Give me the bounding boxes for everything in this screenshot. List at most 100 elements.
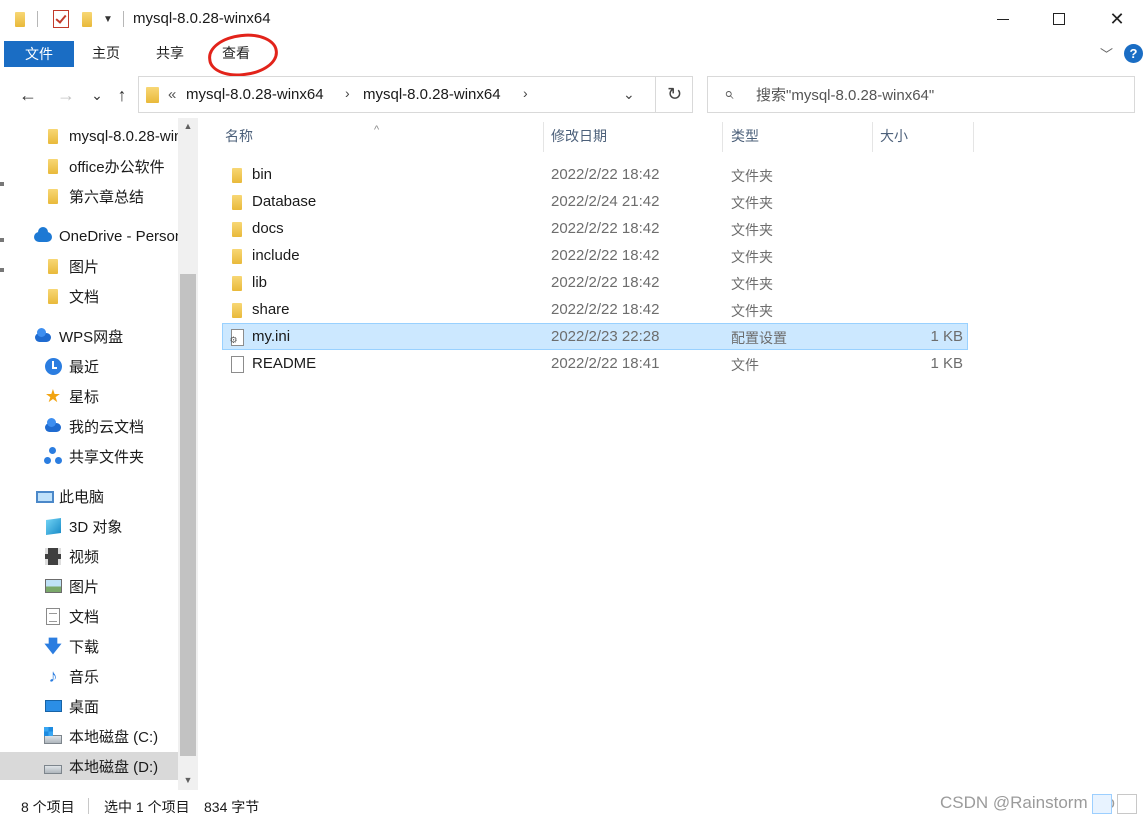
scroll-up-icon[interactable]: ▲ xyxy=(178,118,198,134)
minimize-button[interactable] xyxy=(975,0,1031,38)
sidebar-item-starred[interactable]: ★ 星标 xyxy=(0,382,178,410)
file-type: 文件夹 xyxy=(731,222,773,238)
file-row-docs[interactable]: docs 2022/2/22 18:42 文件夹 xyxy=(222,215,968,242)
file-row-database[interactable]: Database 2022/2/24 21:42 文件夹 xyxy=(222,188,968,215)
sidebar-item-label: 音乐 xyxy=(69,668,100,686)
address-bar[interactable]: « mysql-8.0.28-winx64 › mysql-8.0.28-win… xyxy=(138,76,693,113)
sidebar-item-drive-c[interactable]: 本地磁盘 (C:) xyxy=(0,722,178,750)
sidebar-item-cloud-docs[interactable]: 我的云文档 xyxy=(0,412,178,440)
up-button[interactable]: ↑ xyxy=(110,82,134,108)
sidebar-item-mysql[interactable]: mysql-8.0.28-winx64 xyxy=(0,122,178,150)
new-folder-icon[interactable] xyxy=(79,9,95,29)
folder-icon xyxy=(229,274,245,292)
sidebar-item-label: 图片 xyxy=(69,258,100,276)
column-divider[interactable] xyxy=(872,122,873,152)
folder-icon xyxy=(12,9,28,29)
file-row-bin[interactable]: bin 2022/2/22 18:42 文件夹 xyxy=(222,161,968,188)
details-view-button[interactable] xyxy=(1092,794,1112,814)
ribbon-collapse-icon[interactable]: ﹀ xyxy=(1100,44,1113,63)
file-type: 文件 xyxy=(731,357,759,373)
sidebar-item-chapter6[interactable]: 第六章总结 xyxy=(0,182,178,210)
maximize-icon xyxy=(1053,13,1065,25)
onedrive-icon xyxy=(34,227,52,246)
back-button[interactable]: ← xyxy=(16,82,40,108)
maximize-button[interactable] xyxy=(1031,0,1087,38)
sidebar-item-label: 第六章总结 xyxy=(69,188,145,206)
sidebar-item-onedrive-pictures[interactable]: 图片 xyxy=(0,252,178,280)
recent-locations-button[interactable]: ⌄ xyxy=(85,82,109,108)
file-row-my-ini[interactable]: my.ini 2022/2/23 22:28 配置设置 1 KB xyxy=(222,323,968,350)
close-button[interactable]: ✕ xyxy=(1089,0,1145,38)
column-header-date[interactable]: 修改日期 xyxy=(551,118,607,154)
status-separator xyxy=(88,798,89,814)
sidebar-item-desktop[interactable]: 桌面 xyxy=(0,692,178,720)
properties-icon[interactable] xyxy=(51,9,71,29)
column-divider[interactable] xyxy=(973,122,974,152)
scroll-down-icon[interactable]: ▼ xyxy=(178,772,198,788)
sort-ascending-icon: ^ xyxy=(374,124,380,136)
drive-icon xyxy=(44,760,62,778)
sidebar-item-onedrive-documents[interactable]: 文档 xyxy=(0,282,178,310)
breadcrumb-item[interactable]: mysql-8.0.28-winx64 xyxy=(363,86,501,103)
sidebar-item-videos[interactable]: 视频 xyxy=(0,542,178,570)
folder-icon xyxy=(229,193,245,211)
sidebar-item-shared[interactable]: 共享文件夹 xyxy=(0,442,178,470)
breadcrumb-overflow[interactable]: « xyxy=(168,86,176,103)
sidebar-item-documents[interactable]: 文档 xyxy=(0,602,178,630)
column-divider[interactable] xyxy=(722,122,723,152)
sidebar-item-wps[interactable]: WPS网盘 xyxy=(0,322,178,350)
sidebar-item-label: 图片 xyxy=(69,578,100,596)
close-icon: ✕ xyxy=(1109,8,1125,29)
customize-toolbar-icon[interactable]: ▼ xyxy=(101,9,115,29)
sidebar-item-label: office办公软件 xyxy=(69,158,165,176)
tab-file[interactable]: 文件 xyxy=(4,41,74,67)
breadcrumb-separator[interactable]: › xyxy=(345,85,350,101)
breadcrumb-item[interactable]: mysql-8.0.28-winx64 xyxy=(186,86,324,103)
search-box[interactable]: ⌕ xyxy=(707,76,1135,113)
file-row-share[interactable]: share 2022/2/22 18:42 文件夹 xyxy=(222,296,968,323)
file-type: 文件夹 xyxy=(731,168,773,184)
file-row-lib[interactable]: lib 2022/2/22 18:42 文件夹 xyxy=(222,269,968,296)
file-date: 2022/2/23 22:28 xyxy=(551,328,660,345)
column-divider[interactable] xyxy=(543,122,544,152)
sidebar-item-onedrive[interactable]: OneDrive - Personal xyxy=(0,222,178,250)
address-dropdown-icon[interactable]: ⌄ xyxy=(623,86,635,103)
sidebar-item-pictures[interactable]: 图片 xyxy=(0,572,178,600)
file-row-include[interactable]: include 2022/2/22 18:42 文件夹 xyxy=(222,242,968,269)
file-date: 2022/2/22 18:42 xyxy=(551,274,660,291)
refresh-button[interactable]: ↻ xyxy=(655,77,693,112)
sidebar-item-recent[interactable]: 最近 xyxy=(0,352,178,380)
clock-icon xyxy=(44,357,62,375)
large-icons-view-button[interactable] xyxy=(1117,794,1137,814)
column-header-size[interactable]: 大小 xyxy=(880,118,908,154)
window-title: mysql-8.0.28-winx64 xyxy=(133,10,271,27)
sidebar-item-drive-d[interactable]: 本地磁盘 (D:) xyxy=(0,752,178,780)
scroll-thumb[interactable] xyxy=(180,274,196,756)
file-row-readme[interactable]: README 2022/2/22 18:41 文件 1 KB xyxy=(222,350,968,377)
tab-home[interactable]: 主页 xyxy=(82,40,130,66)
share-icon xyxy=(44,447,62,465)
desktop-icon xyxy=(44,697,62,715)
file-date: 2022/2/24 21:42 xyxy=(551,193,660,210)
column-header-name[interactable]: 名称 xyxy=(225,118,253,154)
navigation-pane: mysql-8.0.28-winx64 office办公软件 第六章总结 One… xyxy=(0,118,200,790)
sidebar-item-music[interactable]: ♪ 音乐 xyxy=(0,662,178,690)
help-icon[interactable]: ? xyxy=(1124,44,1143,63)
sidebar-item-label: 我的云文档 xyxy=(69,418,145,436)
folder-icon xyxy=(44,287,62,305)
sidebar-item-3d-objects[interactable]: 3D 对象 xyxy=(0,512,178,540)
separator xyxy=(123,11,124,27)
file-type: 配置设置 xyxy=(731,330,787,346)
wps-cloud-icon xyxy=(34,327,52,346)
search-input[interactable] xyxy=(756,85,1126,105)
music-icon: ♪ xyxy=(48,666,58,686)
sidebar-scrollbar[interactable]: ▲ ▼ xyxy=(178,118,198,790)
tab-share[interactable]: 共享 xyxy=(146,40,194,66)
column-header-type[interactable]: 类型 xyxy=(731,118,759,154)
sidebar-item-this-pc[interactable]: 此电脑 xyxy=(0,482,178,510)
sidebar-item-downloads[interactable]: 🡇 下载 xyxy=(0,632,178,660)
breadcrumb-separator[interactable]: › xyxy=(523,85,528,101)
sidebar-item-office[interactable]: office办公软件 xyxy=(0,152,178,180)
forward-button[interactable]: → xyxy=(54,82,78,108)
folder-icon xyxy=(44,257,62,275)
